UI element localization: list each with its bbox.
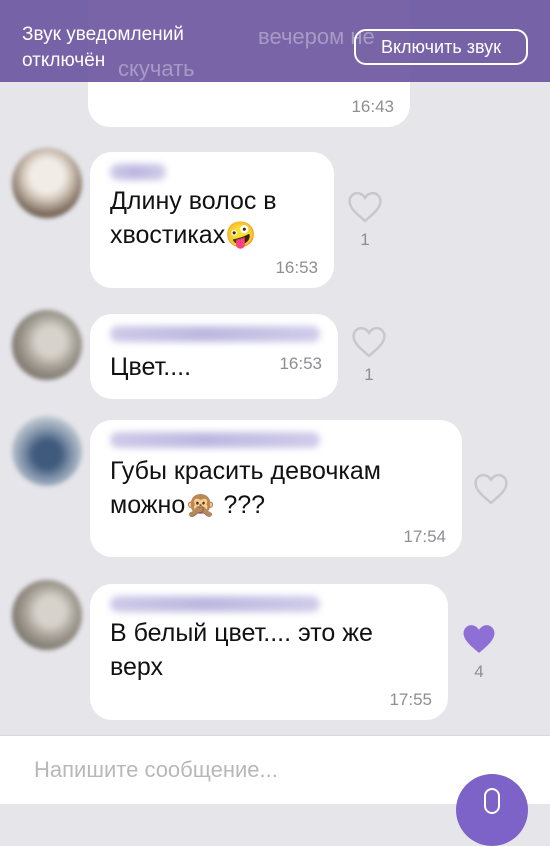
like-count: 1 [360,230,370,249]
heart-filled-icon [463,625,495,653]
record-button[interactable] [456,774,528,846]
like-button[interactable] [472,472,510,506]
avatar[interactable] [12,148,82,218]
emoji: 🙊 [185,491,217,519]
message-time: 17:54 [403,527,446,546]
like-button[interactable]: 1 [346,190,384,250]
avatar[interactable] [12,416,82,486]
avatar[interactable] [12,580,82,650]
message-bubble[interactable]: Цвет.... 16:53 [90,314,338,399]
message-text: Длину волос в хвостиках🤪 [110,187,277,249]
sender-name [110,326,320,342]
message-text: В белый цвет.... это же верх [110,619,373,681]
composer [0,735,550,846]
banner-text: Звук уведомлений отключён [22,24,184,71]
message-bubble[interactable]: Длину волос в хвостиках🤪 16:53 [90,152,334,288]
microphone-icon [484,788,500,814]
message-bubble[interactable]: В белый цвет.... это же верх 17:55 [90,584,448,720]
avatar[interactable] [12,310,82,380]
enable-sound-button[interactable]: Включить звук [354,29,528,65]
sender-name [110,164,166,180]
chat-area: 16:43 Длину волос в хвостиках🤪 16:53 1 Ц… [0,0,550,735]
message-time: 17:55 [389,690,432,709]
like-count: 1 [364,365,374,384]
emoji: 🤪 [225,221,257,249]
message-text: Губы красить девочкам можно🙊 ??? [110,457,381,519]
sender-name [110,432,320,448]
message-time: 16:43 [351,97,394,116]
like-button[interactable]: 4 [460,622,498,682]
like-count: 4 [474,662,484,681]
notification-banner: вечером не скучать Звук уведомлений откл… [0,0,550,82]
message-input[interactable] [32,756,416,784]
like-button[interactable]: 1 [350,325,388,385]
heart-outline-icon [352,326,386,358]
heart-outline-icon [474,473,508,505]
message-time: 16:53 [279,354,322,373]
message-text: Цвет.... [110,353,192,381]
sender-name [110,596,320,612]
message-time: 16:53 [275,258,318,277]
heart-outline-icon [348,191,382,223]
message-bubble[interactable]: Губы красить девочкам можно🙊 ??? 17:54 [90,420,462,557]
